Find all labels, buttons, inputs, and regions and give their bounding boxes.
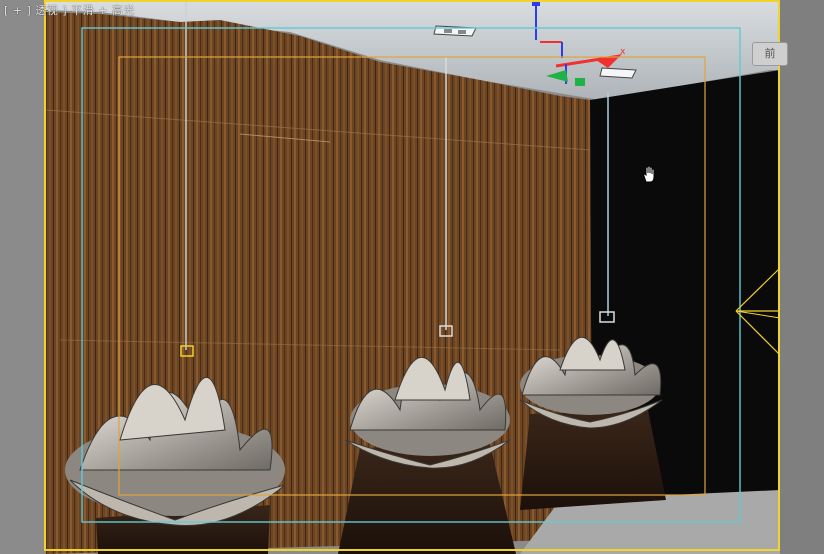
right-gray-strip xyxy=(780,0,824,554)
viewport-label-plus[interactable]: + xyxy=(13,4,23,17)
viewport-label-open[interactable]: [ xyxy=(4,4,9,17)
viewport-label-view[interactable]: 透视 xyxy=(35,4,58,17)
viewcube[interactable]: 前 xyxy=(748,40,792,70)
viewport-label-plus2[interactable]: + xyxy=(98,4,108,17)
viewport-label-highlight[interactable]: 高光 xyxy=(112,4,135,17)
viewport-label-sep2: ] xyxy=(62,4,68,17)
viewport-label-sep1: ] xyxy=(26,4,32,17)
svg-text:x: x xyxy=(620,47,626,57)
viewport-label-menu[interactable]: [+] 透视] 平滑 + 高光 xyxy=(4,2,139,18)
viewport-label-shading[interactable]: 平滑 xyxy=(71,4,94,17)
scene-render[interactable]: x xyxy=(0,0,824,554)
pan-hand-cursor-icon xyxy=(643,165,655,183)
viewcube-front-face[interactable]: 前 xyxy=(752,42,788,66)
perspective-viewport[interactable]: x [+] 透视] 平滑 + 高光 前 xyxy=(0,0,824,554)
plinth-middle xyxy=(338,444,516,554)
